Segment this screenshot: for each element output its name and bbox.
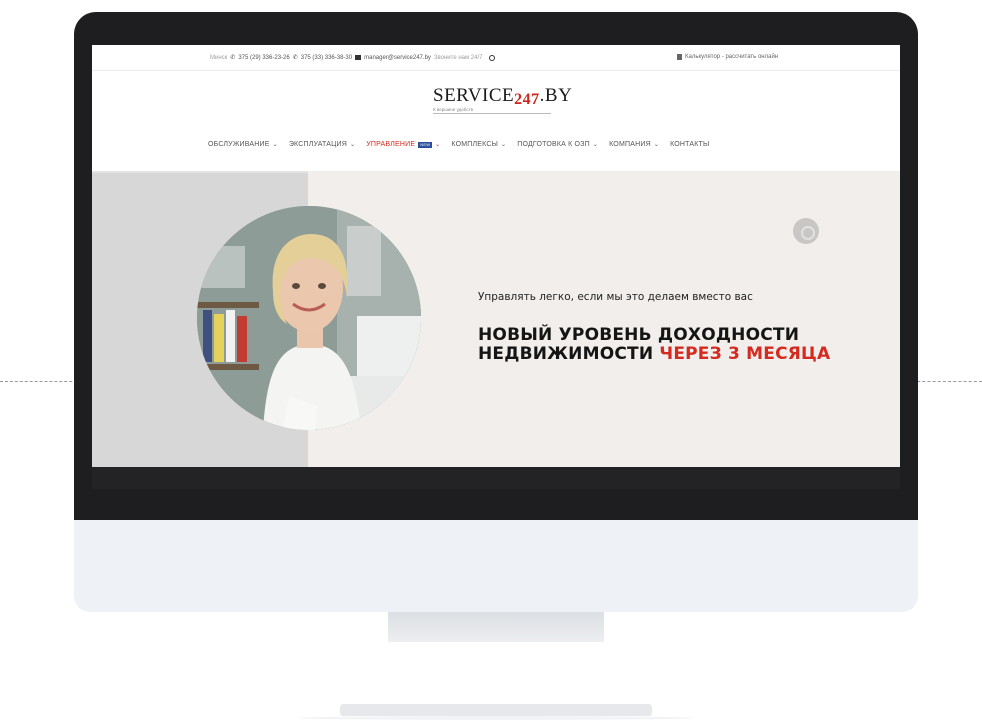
hero-title-line2: НЕДВИЖИМОСТИ ЧЕРЕЗ 3 МЕСЯЦА [478, 345, 830, 364]
hero-top-divider [92, 171, 308, 173]
logo-name-main: SERVICE [433, 85, 515, 106]
hero-title-line2-plain: НЕДВИЖИМОСТИ [478, 344, 660, 364]
monitor-stand-shadow [300, 716, 692, 720]
nav-item-kompaniya[interactable]: КОМПАНИЯ ⌄ [609, 141, 659, 148]
mail-icon [355, 55, 362, 60]
nav-item-podgotovka[interactable]: ПОДГОТОВКА К ОЗП ⌄ [517, 141, 598, 148]
main-navigation: ОБСЛУЖИВАНИЕ ⌄ ЭКСПЛУАТАЦИЯ ⌄ УПРАВЛЕНИЕ… [208, 141, 709, 148]
screen-bottom-strip [92, 467, 900, 489]
document-icon [677, 54, 682, 60]
nav-item-label: ЭКСПЛУАТАЦИЯ [288, 141, 348, 148]
nav-item-label: ОБСЛУЖИВАНИЕ [208, 141, 270, 148]
logo-name-accent: 247 [514, 91, 540, 108]
nav-item-label: ПОДГОТОВКА К ОЗП [517, 141, 590, 148]
phone-icon: ✆ [292, 55, 298, 61]
hero-title-highlight: ЧЕРЕЗ 3 МЕСЯЦА [659, 344, 831, 364]
calculator-link[interactable]: Калькулятор - рассчитать онлайн [677, 54, 778, 60]
chevron-down-icon: ⌄ [350, 142, 356, 148]
nav-item-label: КОМПАНИЯ [609, 141, 651, 148]
hero-title-line1: НОВЫЙ УРОВЕНЬ ДОХОДНОСТИ [478, 325, 800, 345]
hero-slider: Управлять легко, если мы это делаем вмес… [92, 171, 900, 467]
chevron-down-icon: ⌄ [272, 142, 278, 148]
chevron-down-icon: ⌄ [435, 142, 441, 148]
phone-link-1[interactable]: 375 (29) 336-23-26 [238, 55, 289, 61]
logo-wordmark: SERVICE247.BY [433, 85, 572, 108]
contact-info: Минск ✆ 375 (29) 336-23-26 ✆ 375 (33) 33… [210, 54, 496, 61]
calculator-label: Калькулятор - рассчитать онлайн [685, 54, 779, 60]
nav-item-obsluzhivanie[interactable]: ОБСЛУЖИВАНИЕ ⌄ [208, 141, 278, 148]
email-link[interactable]: manager@service247.by [364, 55, 431, 61]
monitor-stand-base [340, 704, 652, 716]
logo-tagline: К вершине удобств [433, 107, 551, 114]
hero-subtitle: Управлять легко, если мы это делаем вмес… [478, 291, 753, 303]
phone-link-2[interactable]: 375 (33) 336-38-30 [301, 55, 352, 61]
nav-item-kompleksy[interactable]: КОМПЛЕКСЫ ⌄ [451, 141, 506, 148]
nav-item-label: КОНТАКТЫ [670, 141, 710, 148]
nav-item-kontakty[interactable]: КОНТАКТЫ [670, 141, 709, 148]
phone-icon: ✆ [230, 55, 236, 61]
nav-item-upravlenie[interactable]: УПРАВЛЕНИЕ NEW ⌄ [366, 141, 440, 148]
website-screen: Минск ✆ 375 (29) 336-23-26 ✆ 375 (33) 33… [92, 45, 900, 467]
site-logo[interactable]: SERVICE247.BY К вершине удобств [433, 85, 572, 119]
slider-dot-icon[interactable] [793, 218, 819, 244]
chevron-down-icon: ⌄ [501, 142, 507, 148]
chevron-down-icon: ⌄ [653, 142, 660, 148]
monitor-chin [74, 520, 918, 612]
chevron-down-icon: ⌄ [592, 142, 599, 148]
hero-title: НОВЫЙ УРОВЕНЬ ДОХОДНОСТИ НЕДВИЖИМОСТИ ЧЕ… [478, 326, 830, 364]
monitor-stand-neck [388, 612, 604, 642]
city-label: Минск [210, 54, 228, 61]
nav-item-ekspluatatsiya[interactable]: ЭКСПЛУАТАЦИЯ ⌄ [289, 141, 355, 148]
top-contact-bar: Минск ✆ 375 (29) 336-23-26 ✆ 375 (33) 33… [92, 45, 900, 71]
logo-name-tail: .BY [539, 85, 573, 106]
nav-item-label: УПРАВЛЕНИЕ [366, 141, 416, 148]
portrait-illustration [197, 206, 421, 430]
hero-portrait-photo [197, 206, 421, 430]
new-badge: NEW [418, 141, 433, 148]
nav-item-label: КОМПЛЕКСЫ [451, 141, 499, 148]
dashed-guide-right [912, 381, 982, 382]
search-icon[interactable] [489, 54, 496, 61]
hours-label: Звоните нам 24/7 [433, 54, 483, 61]
